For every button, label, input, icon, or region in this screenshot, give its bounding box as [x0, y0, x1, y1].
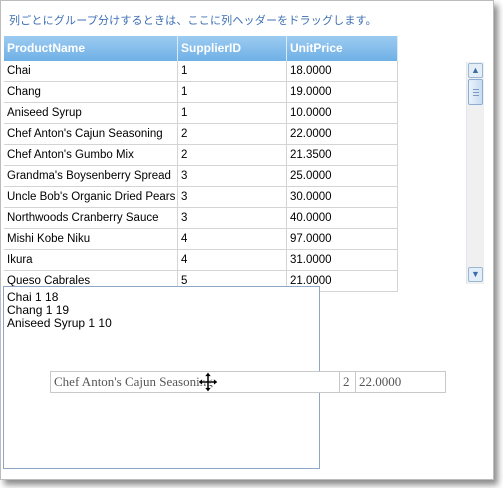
textbox-line: Chai 1 18: [7, 290, 59, 304]
table-row[interactable]: Grandma's Boysenberry Spread 3 25.0000: [4, 166, 398, 187]
table-row[interactable]: Mishi Kobe Niku 4 97.0000: [4, 229, 398, 250]
cell-unitprice[interactable]: 19.0000: [287, 82, 398, 102]
table-row[interactable]: Chef Anton's Cajun Seasoning 2 22.0000: [4, 124, 398, 145]
table-row[interactable]: Chang 1 19.0000: [4, 82, 398, 103]
vertical-scrollbar[interactable]: ▲ ▼: [466, 62, 484, 284]
grid-header-row: ProductName SupplierID UnitPrice: [4, 36, 398, 62]
cell-unitprice[interactable]: 22.0000: [287, 124, 398, 144]
cell-productname[interactable]: Ikura: [4, 250, 178, 270]
cell-productname[interactable]: Northwoods Cranberry Sauce: [4, 208, 178, 228]
cell-supplierid[interactable]: 1: [178, 61, 287, 81]
dragged-cell-supplierid: 2: [340, 372, 356, 392]
dragged-cell-unitprice: 22.0000: [359, 374, 402, 389]
cell-unitprice[interactable]: 97.0000: [287, 229, 398, 249]
cell-productname[interactable]: Chai: [4, 61, 178, 81]
cell-unitprice[interactable]: 40.0000: [287, 208, 398, 228]
cell-supplierid[interactable]: 4: [178, 250, 287, 270]
cell-productname[interactable]: Uncle Bob's Organic Dried Pears: [4, 187, 178, 207]
cell-unitprice[interactable]: 31.0000: [287, 250, 398, 270]
dragged-row-preview[interactable]: Chef Anton's Cajun Seasoning 2 22.0000: [50, 371, 446, 393]
cell-supplierid[interactable]: 3: [178, 187, 287, 207]
table-row[interactable]: Chef Anton's Gumbo Mix 2 21.3500: [4, 145, 398, 166]
cell-productname[interactable]: Chef Anton's Cajun Seasoning: [4, 124, 178, 144]
group-by-hint: 列ごとにグループ分けするときは、ここに列ヘッダーをドラッグします。: [9, 15, 377, 27]
scroll-up-icon[interactable]: ▲: [468, 63, 483, 78]
cell-supplierid[interactable]: 1: [178, 103, 287, 123]
cell-supplierid[interactable]: 3: [178, 166, 287, 186]
table-row[interactable]: Northwoods Cranberry Sauce 3 40.0000: [4, 208, 398, 229]
cell-productname[interactable]: Grandma's Boysenberry Spread: [4, 166, 178, 186]
data-grid[interactable]: ProductName SupplierID UnitPrice Chai 1 18…: [4, 36, 484, 292]
cell-unitprice[interactable]: 18.0000: [287, 61, 398, 81]
column-header-productname[interactable]: ProductName: [4, 36, 178, 61]
column-header-supplierid[interactable]: SupplierID: [178, 36, 287, 61]
cell-supplierid[interactable]: 2: [178, 124, 287, 144]
table-row[interactable]: Uncle Bob's Organic Dried Pears 3 30.0000: [4, 187, 398, 208]
cell-productname[interactable]: Aniseed Syrup: [4, 103, 178, 123]
table-row[interactable]: Ikura 4 31.0000: [4, 250, 398, 271]
group-by-area[interactable]: 列ごとにグループ分けするときは、ここに列ヘッダーをドラッグします。: [1, 1, 491, 35]
table-row[interactable]: Aniseed Syrup 1 10.0000: [4, 103, 398, 124]
scroll-down-icon[interactable]: ▼: [468, 267, 483, 282]
cell-unitprice[interactable]: 25.0000: [287, 166, 398, 186]
cell-supplierid[interactable]: 4: [178, 229, 287, 249]
cell-supplierid[interactable]: 2: [178, 145, 287, 165]
cell-supplierid[interactable]: 1: [178, 82, 287, 102]
dragged-cell-productname: Chef Anton's Cajun Seasoning: [51, 372, 340, 392]
grid-body: Chai 1 18.0000 Chang 1 19.0000 Aniseed Syrup 1 1…: [4, 61, 398, 292]
cell-productname[interactable]: Chef Anton's Gumbo Mix: [4, 145, 178, 165]
column-header-unitprice[interactable]: UnitPrice: [287, 36, 398, 61]
application-window: 列ごとにグループ分けするときは、ここに列ヘッダーをドラッグします。 Produc…: [0, 0, 494, 480]
textbox-line: Aniseed Syrup 1 10: [7, 316, 112, 330]
move-cursor-icon: [198, 372, 218, 392]
scroll-thumb[interactable]: [468, 79, 483, 105]
cell-unitprice[interactable]: 30.0000: [287, 187, 398, 207]
cell-unitprice[interactable]: 10.0000: [287, 103, 398, 123]
cell-supplierid[interactable]: 3: [178, 208, 287, 228]
cell-unitprice[interactable]: 21.3500: [287, 145, 398, 165]
cell-productname[interactable]: Mishi Kobe Niku: [4, 229, 178, 249]
cell-productname[interactable]: Chang: [4, 82, 178, 102]
table-row[interactable]: Chai 1 18.0000: [4, 61, 398, 82]
